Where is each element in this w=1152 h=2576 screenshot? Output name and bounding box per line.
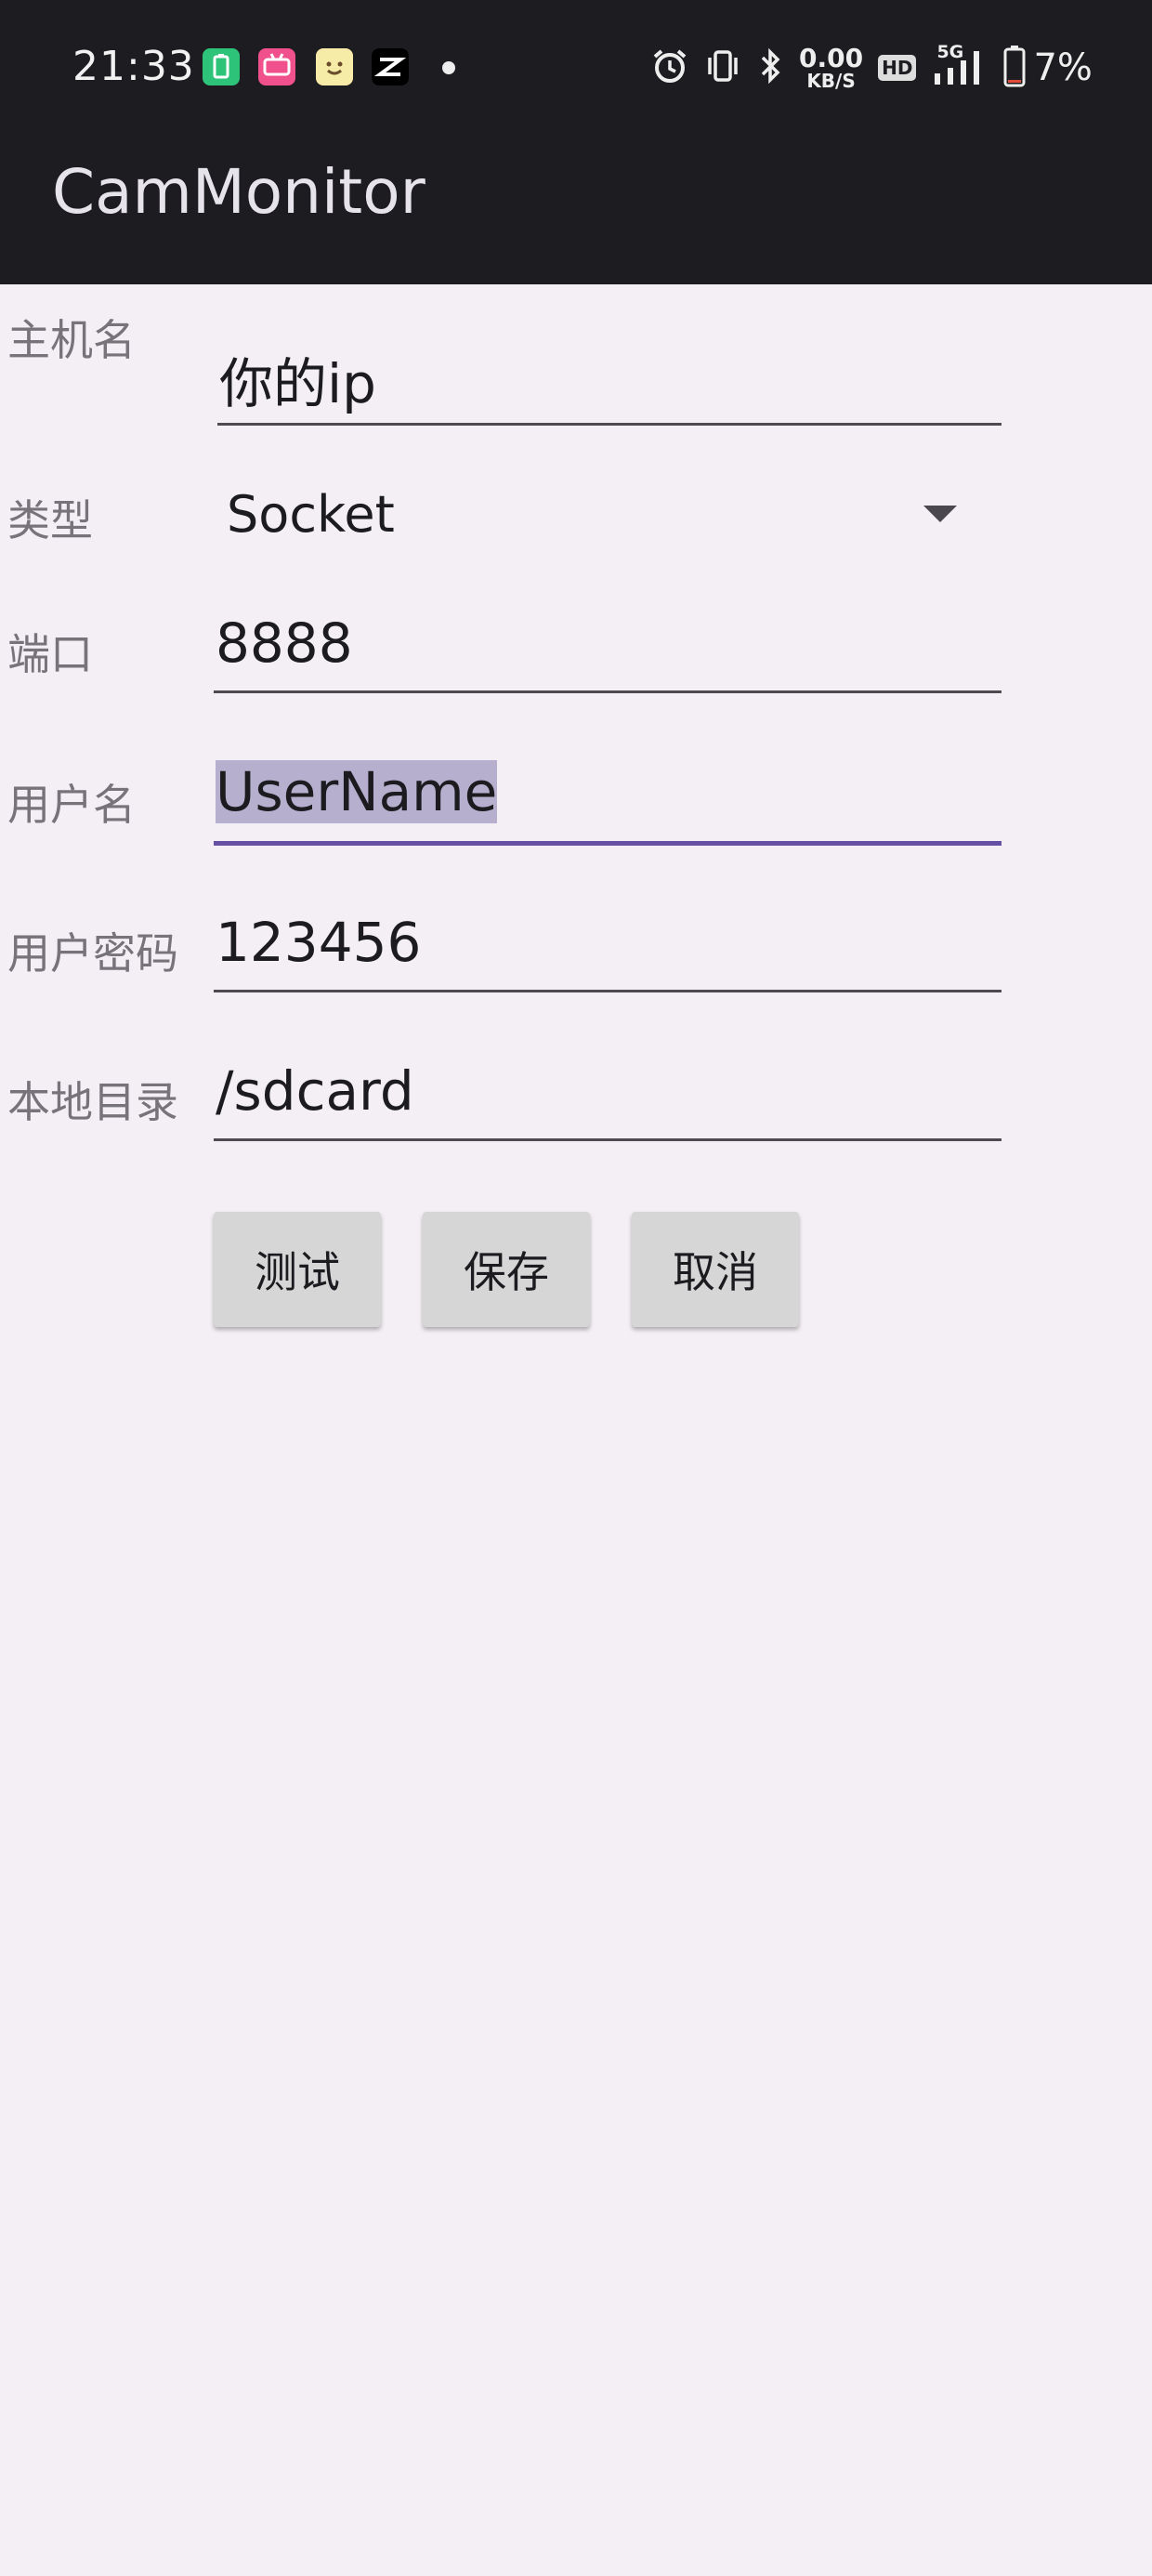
local-dir-input[interactable]: /sdcard xyxy=(214,1052,1001,1141)
host-input[interactable]: 你的ip xyxy=(217,335,1001,426)
dropdown-arrow-icon xyxy=(923,506,957,522)
test-button[interactable]: 测试 xyxy=(214,1212,381,1327)
type-dropdown[interactable]: Socket xyxy=(214,467,1001,559)
username-selected-text: UserName xyxy=(216,760,498,823)
status-icons: 0.00 KB/S HD 5G 7% xyxy=(650,42,1093,92)
password-input[interactable]: 123456 xyxy=(214,903,1001,992)
type-label: 类型 xyxy=(7,495,93,545)
username-input[interactable]: UserName xyxy=(214,751,1001,846)
hd-badge: HD xyxy=(878,55,917,81)
app-title: CamMonitor xyxy=(52,156,425,228)
status-time: 21:33 xyxy=(72,43,195,90)
capcut-icon xyxy=(372,48,409,85)
type-dropdown-value: Socket xyxy=(227,485,395,544)
battery-percent: 7% xyxy=(1033,46,1093,89)
net-speed-unit: KB/S xyxy=(806,70,856,92)
vibrate-icon xyxy=(704,46,741,89)
net-speed-value: 0.00 xyxy=(799,43,864,73)
bilibili-icon xyxy=(258,48,295,85)
top-bar: 21:33 0.00 KB/S HD 5G 7% CamMonitor xyxy=(0,0,1152,284)
username-label: 用户名 xyxy=(7,780,136,830)
bluetooth-icon xyxy=(756,46,784,89)
dot-icon xyxy=(442,61,455,74)
host-label: 主机名 xyxy=(7,315,136,365)
alarm-icon xyxy=(650,46,689,89)
password-label: 用户密码 xyxy=(7,928,178,979)
battery-icon xyxy=(1003,45,1026,91)
signal-icon: 5G xyxy=(931,42,988,88)
local-dir-label: 本地目录 xyxy=(7,1077,178,1127)
phone-manager-icon xyxy=(203,48,240,85)
port-input[interactable]: 8888 xyxy=(214,604,1001,693)
save-button[interactable]: 保存 xyxy=(423,1212,590,1327)
cancel-button[interactable]: 取消 xyxy=(632,1212,799,1327)
port-label: 端口 xyxy=(7,629,93,679)
emoji-app-icon xyxy=(316,48,353,85)
net-speed: 0.00 KB/S xyxy=(799,43,864,92)
